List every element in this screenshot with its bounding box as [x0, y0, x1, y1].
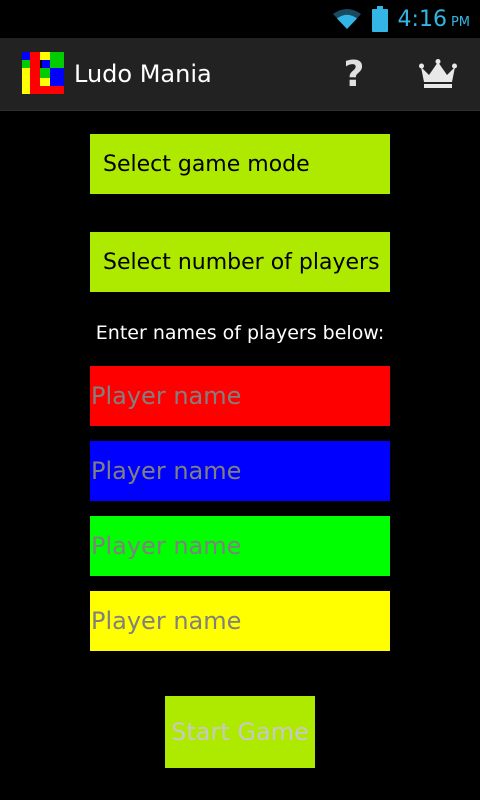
start-game-button[interactable]: Start Game: [165, 696, 315, 768]
clock-time: 4:16: [397, 6, 447, 32]
wifi-icon: [332, 8, 362, 30]
player-name-field-blue[interactable]: [90, 441, 390, 501]
crown-icon: [419, 59, 457, 88]
leaderboard-button[interactable]: [410, 38, 466, 110]
player-name-field-green[interactable]: [90, 516, 390, 576]
help-icon: ?: [343, 53, 365, 95]
player-name-field-red[interactable]: [90, 366, 390, 426]
player-name-field-yellow[interactable]: [90, 591, 390, 651]
player-names-instructions: Enter names of players below:: [95, 322, 385, 344]
clock: 4:16 PM: [398, 7, 470, 32]
select-number-of-players-button[interactable]: Select number of players: [90, 232, 390, 292]
action-bar: Ludo Mania ?: [0, 38, 480, 111]
clock-ampm: PM: [450, 14, 470, 30]
ludo-logo-icon[interactable]: [22, 52, 64, 94]
app-title: Ludo Mania: [74, 60, 212, 88]
help-button[interactable]: ?: [328, 38, 380, 110]
select-game-mode-button[interactable]: Select game mode: [90, 134, 390, 194]
status-icons: 4:16 PM: [332, 0, 470, 38]
battery-icon: [371, 6, 388, 32]
status-bar: 4:16 PM: [0, 0, 480, 38]
